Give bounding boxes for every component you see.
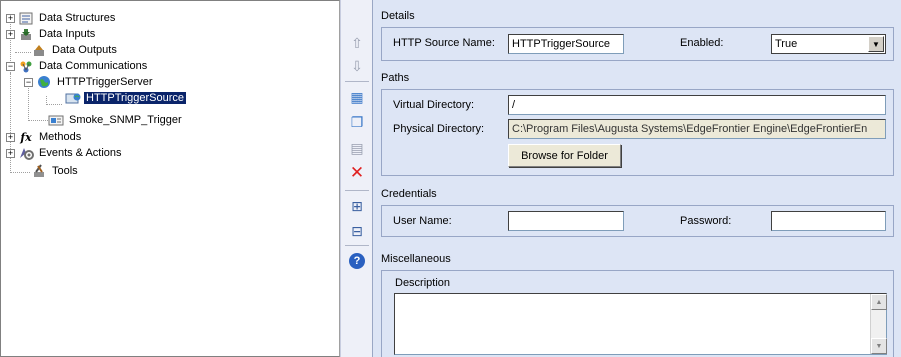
toolbar-separator bbox=[345, 245, 369, 246]
project-tree[interactable]: + Data Structures + Data Inputs Data Out… bbox=[0, 0, 340, 357]
tree-connector bbox=[10, 172, 30, 173]
miscellaneous-group: Description ▲ ▼ bbox=[381, 270, 894, 357]
tree-item-label: Data Inputs bbox=[39, 28, 96, 40]
enabled-label: Enabled: bbox=[680, 37, 724, 49]
data-communications-icon bbox=[18, 59, 34, 73]
toolbar-separator bbox=[345, 81, 369, 82]
miscellaneous-section-title: Miscellaneous bbox=[381, 253, 451, 265]
tree-item-tools[interactable]: Tools bbox=[31, 163, 80, 179]
delete-icon: ✕ bbox=[349, 163, 365, 182]
add-child-button[interactable]: ▦ bbox=[348, 88, 366, 106]
tree-item-smoke-snmp-trigger[interactable]: Smoke_SNMP_Trigger bbox=[48, 112, 184, 128]
details-group: HTTP Source Name: HTTPTriggerSource Enab… bbox=[381, 27, 894, 61]
tree-item-httptriggersource[interactable]: HTTPTriggerSource bbox=[65, 90, 187, 106]
move-down-icon: ⇩ bbox=[351, 57, 363, 74]
tree-item-label: HTTPTriggerSource bbox=[84, 92, 187, 104]
credentials-group: User Name: Password: bbox=[381, 205, 894, 237]
tree-item-methods[interactable]: + fx Methods bbox=[6, 129, 83, 145]
virtual-directory-input[interactable]: / bbox=[508, 95, 886, 115]
enabled-select[interactable]: True ▼ bbox=[771, 34, 886, 54]
user-name-input[interactable] bbox=[508, 211, 624, 231]
expand-all-icon: ⊞ bbox=[351, 197, 363, 214]
description-textarea[interactable]: ▲ ▼ bbox=[394, 293, 887, 355]
details-section-title: Details bbox=[381, 10, 415, 22]
collapse-all-icon: ⊟ bbox=[351, 222, 363, 239]
physical-directory-label: Physical Directory: bbox=[393, 123, 485, 135]
tree-item-label: Data Structures bbox=[39, 12, 116, 24]
expand-icon[interactable]: + bbox=[6, 13, 15, 23]
scroll-up-icon[interactable]: ▲ bbox=[871, 294, 887, 310]
add-child-icon: ▦ bbox=[350, 88, 364, 105]
user-name-label: User Name: bbox=[393, 215, 452, 227]
data-structures-icon bbox=[18, 11, 34, 25]
tree-item-label: Data Communications bbox=[39, 60, 148, 72]
tree-item-label: Data Outputs bbox=[52, 44, 117, 56]
description-label: Description bbox=[395, 277, 451, 289]
vertical-toolbar: ⇧ ⇩ ▦ ❐ ▤ ✕ ⊞ ⊟ ? bbox=[340, 0, 372, 357]
tree-item-label: Methods bbox=[39, 131, 82, 143]
tree-connector bbox=[46, 104, 62, 105]
help-icon: ? bbox=[349, 253, 365, 269]
tree-item-data-structures[interactable]: + Data Structures bbox=[6, 10, 117, 26]
collapse-icon[interactable]: − bbox=[6, 61, 15, 71]
tree-item-label: Smoke_SNMP_Trigger bbox=[69, 114, 182, 126]
physical-directory-input[interactable]: C:\Program Files\Augusta Systems\EdgeFro… bbox=[508, 119, 886, 139]
tree-item-label: HTTPTriggerServer bbox=[57, 76, 153, 88]
http-source-name-input[interactable]: HTTPTriggerSource bbox=[508, 34, 624, 54]
properties-panel: Details HTTP Source Name: HTTPTriggerSou… bbox=[372, 0, 901, 357]
globe-icon bbox=[36, 75, 52, 89]
data-inputs-icon bbox=[18, 27, 34, 41]
delete-button[interactable]: ✕ bbox=[348, 163, 366, 182]
copy-icon: ❐ bbox=[350, 113, 364, 130]
http-source-name-label: HTTP Source Name: bbox=[393, 37, 495, 49]
help-button[interactable]: ? bbox=[348, 252, 366, 270]
paste-icon: ▤ bbox=[350, 139, 364, 156]
password-input[interactable] bbox=[771, 211, 886, 231]
credentials-section-title: Credentials bbox=[381, 188, 437, 200]
tree-connector bbox=[28, 120, 48, 121]
data-outputs-icon bbox=[31, 43, 47, 57]
move-up-icon: ⇧ bbox=[351, 34, 363, 51]
tree-connector bbox=[15, 52, 31, 53]
tree-item-events-actions[interactable]: + Events & Actions bbox=[6, 145, 124, 161]
browse-for-folder-button[interactable]: Browse for Folder bbox=[508, 144, 621, 167]
tools-icon bbox=[31, 164, 47, 178]
expand-icon[interactable]: + bbox=[6, 148, 15, 158]
collapse-icon[interactable]: − bbox=[24, 77, 33, 87]
move-down-button[interactable]: ⇩ bbox=[348, 57, 366, 75]
expand-all-button[interactable]: ⊞ bbox=[348, 197, 366, 215]
tree-item-httptriggerserver[interactable]: − HTTPTriggerServer bbox=[24, 74, 155, 90]
virtual-directory-label: Virtual Directory: bbox=[393, 99, 475, 111]
tree-item-data-communications[interactable]: − Data Communications bbox=[6, 58, 149, 74]
copy-button[interactable]: ❐ bbox=[348, 113, 366, 131]
tree-item-label: Tools bbox=[52, 165, 78, 177]
snmp-trigger-icon bbox=[48, 113, 64, 127]
tree-item-label: Events & Actions bbox=[39, 147, 122, 159]
chevron-down-icon[interactable]: ▼ bbox=[868, 36, 884, 52]
http-source-icon bbox=[65, 91, 81, 105]
paths-section-title: Paths bbox=[381, 72, 410, 84]
function-icon: fx bbox=[20, 130, 32, 144]
move-up-button[interactable]: ⇧ bbox=[348, 34, 366, 52]
enabled-select-value: True bbox=[775, 38, 798, 50]
scroll-down-icon[interactable]: ▼ bbox=[871, 338, 887, 354]
toolbar-separator bbox=[345, 190, 369, 191]
tree-item-data-inputs[interactable]: + Data Inputs bbox=[6, 26, 97, 42]
tree-item-data-outputs[interactable]: Data Outputs bbox=[31, 42, 119, 58]
paths-group: Virtual Directory: / Physical Directory:… bbox=[381, 89, 894, 176]
paste-button[interactable]: ▤ bbox=[348, 139, 366, 157]
expand-icon[interactable]: + bbox=[6, 132, 15, 142]
expand-icon[interactable]: + bbox=[6, 29, 15, 39]
password-label: Password: bbox=[680, 215, 732, 227]
collapse-all-button[interactable]: ⊟ bbox=[348, 222, 366, 240]
description-scrollbar[interactable]: ▲ ▼ bbox=[870, 294, 887, 354]
events-actions-icon bbox=[18, 146, 34, 160]
